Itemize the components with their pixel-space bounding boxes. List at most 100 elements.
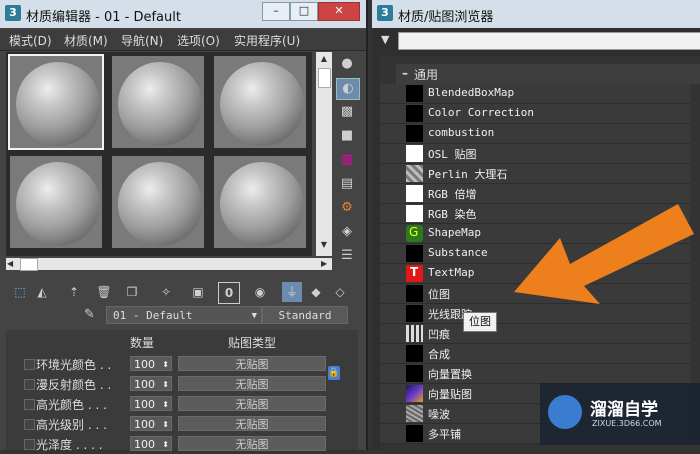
close-button[interactable]: ✕ [318, 2, 360, 21]
amount-spinner[interactable]: 100 ⬍ [130, 356, 172, 371]
map-param-label: 环境光颜色 . . [36, 358, 112, 372]
material-id-icon[interactable]: 0 [218, 282, 240, 304]
go-forward-sibling-icon[interactable]: ◇ [330, 282, 350, 302]
amount-spinner[interactable]: 100 ⬍ [130, 396, 172, 411]
slot-vertical-scrollbar[interactable]: ▲ ▼ [316, 52, 332, 256]
menu-navigation[interactable]: 导航(N) [121, 32, 163, 49]
show-end-result-icon[interactable]: ⏚ [282, 282, 302, 302]
material-sphere [118, 62, 202, 146]
minimize-button[interactable]: – [262, 2, 290, 21]
collapse-icon[interactable]: – [402, 66, 408, 80]
amount-spinner[interactable]: 100 ⬍ [130, 376, 172, 391]
select-by-material-icon[interactable]: ◈ [336, 222, 358, 242]
delete-icon[interactable]: 🗑 [94, 282, 114, 302]
white-map-icon [406, 205, 423, 222]
category-header[interactable]: – 通用 [396, 64, 700, 84]
make-copy-icon[interactable]: ❐ [122, 282, 142, 302]
map-param-row: 漫反射颜色 . . 100 ⬍ 无贴图 [6, 374, 358, 394]
map-list-item[interactable]: Color Correction [380, 104, 690, 124]
put-to-library-icon[interactable]: ▣ [188, 282, 208, 302]
checker-background-icon[interactable]: ▩ [336, 102, 358, 122]
map-slot-button[interactable]: 无贴图 [178, 396, 326, 411]
map-enable-checkbox[interactable] [24, 359, 35, 370]
map-list-item[interactable]: 凹痕 [380, 324, 690, 344]
amount-value: 100 [134, 438, 155, 451]
pointer-arrow [514, 204, 694, 304]
black-map-icon [406, 105, 423, 122]
spinner-arrows-icon[interactable]: ⬍ [162, 417, 169, 432]
white-map-icon [406, 185, 423, 202]
go-to-parent-icon[interactable]: ◆ [306, 282, 326, 302]
maps-parameters-panel: 数量 贴图类型 🔒 环境光颜色 . . 100 ⬍ 无贴图 漫反射颜色 . . 100 ⬍ 无… [6, 330, 358, 452]
map-list-item[interactable]: BlendedBoxMap [380, 84, 690, 104]
scroll-thumb[interactable] [20, 258, 38, 271]
assign-to-selection-icon[interactable]: ⇡ [64, 282, 84, 302]
black-map-icon [406, 245, 423, 262]
vector-map-icon [406, 385, 423, 402]
scroll-thumb[interactable] [318, 68, 331, 88]
amount-value: 100 [134, 418, 155, 431]
make-unique-icon[interactable]: ✧ [156, 282, 176, 302]
sample-slot-4[interactable] [8, 154, 104, 250]
material-navigator-icon[interactable]: ☰ [336, 246, 358, 266]
map-slot-button[interactable]: 无贴图 [178, 376, 326, 391]
map-slot-button[interactable]: 无贴图 [178, 356, 326, 371]
sample-slot-5[interactable] [110, 154, 206, 250]
map-slot-button[interactable]: 无贴图 [178, 416, 326, 431]
spinner-arrows-icon[interactable]: ⬍ [162, 397, 169, 412]
map-enable-checkbox[interactable] [24, 419, 35, 430]
amount-value: 100 [134, 398, 155, 411]
map-list-item[interactable]: Perlin 大理石 [380, 164, 690, 184]
menu-utilities[interactable]: 实用程序(U) [234, 32, 300, 49]
map-list-item[interactable]: combustion [380, 124, 690, 144]
scroll-left-icon[interactable]: ◀ [7, 259, 13, 268]
show-map-icon[interactable]: ◉ [250, 282, 270, 302]
scroll-right-icon[interactable]: ▶ [321, 259, 327, 268]
material-name-row: ✎ 01 - Default ▼ Standard [6, 306, 358, 326]
map-slot-button[interactable]: 无贴图 [178, 436, 326, 451]
map-enable-checkbox[interactable] [24, 379, 35, 390]
black-map-icon [406, 285, 423, 302]
menu-mode[interactable]: 模式(D) [9, 32, 52, 49]
map-param-label: 漫反射颜色 . . [36, 378, 112, 392]
browser-title-bar[interactable]: 3 材质/贴图浏览器 [372, 0, 700, 28]
maximize-button[interactable]: □ [290, 2, 318, 21]
shapemap-map-icon: G [406, 225, 423, 242]
scroll-up-icon[interactable]: ▲ [318, 54, 330, 66]
menu-options[interactable]: 选项(O) [177, 32, 220, 49]
browser-options-icon[interactable]: ▼ [381, 33, 389, 46]
sample-slot-1[interactable] [8, 54, 104, 150]
video-color-icon[interactable]: ▥ [336, 150, 358, 170]
scroll-down-icon[interactable]: ▼ [318, 240, 330, 252]
put-to-scene-icon[interactable]: ◭ [32, 282, 52, 302]
slot-horizontal-scrollbar[interactable]: ◀ ▶ [6, 258, 332, 271]
map-enable-checkbox[interactable] [24, 439, 35, 450]
material-type-button[interactable]: Standard [262, 306, 348, 324]
map-list-item[interactable]: 向量置换 [380, 364, 690, 384]
black-map-icon [406, 425, 423, 442]
get-material-icon[interactable]: ⬚ [10, 282, 30, 302]
browser-search-input[interactable] [398, 32, 700, 50]
map-list-item[interactable]: 合成 [380, 344, 690, 364]
amount-spinner[interactable]: 100 ⬍ [130, 416, 172, 431]
map-type-column-header: 贴图类型 [228, 336, 277, 350]
amount-spinner[interactable]: 100 ⬍ [130, 436, 172, 451]
spinner-arrows-icon[interactable]: ⬍ [162, 377, 169, 392]
dent-map-icon [406, 325, 423, 342]
options-icon[interactable]: ⚙ [336, 198, 358, 218]
map-list-item[interactable]: OSL 贴图 [380, 144, 690, 164]
material-name-field[interactable]: 01 - Default ▼ [106, 306, 262, 324]
backlight-icon[interactable]: ◐ [336, 78, 360, 100]
sample-slot-2[interactable] [110, 54, 206, 150]
dropdown-arrow-icon[interactable]: ▼ [252, 307, 257, 325]
material-editor-title-bar[interactable]: 3 材质编辑器 - 01 - Default – □ ✕ [0, 0, 366, 28]
sample-uv-icon[interactable]: ■ [336, 126, 358, 146]
sample-slot-3[interactable] [212, 54, 308, 150]
sample-slot-6[interactable] [212, 154, 308, 250]
sphere-icon[interactable]: ● [336, 54, 358, 74]
eyedropper-icon[interactable]: ✎ [84, 307, 95, 322]
spinner-arrows-icon[interactable]: ⬍ [162, 357, 169, 372]
map-enable-checkbox[interactable] [24, 399, 35, 410]
menu-material[interactable]: 材质(M) [64, 32, 108, 49]
make-preview-icon[interactable]: ▤ [336, 174, 358, 194]
